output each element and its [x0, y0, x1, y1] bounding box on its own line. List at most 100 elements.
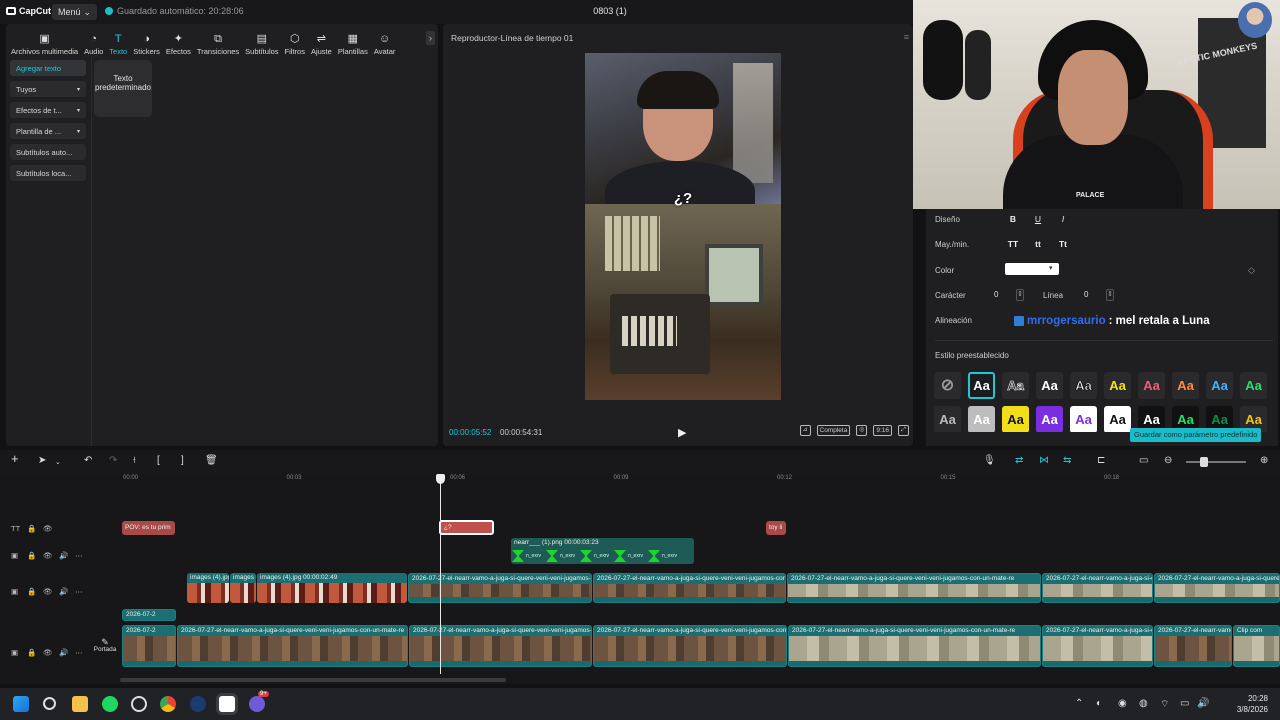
preset-style-1[interactable]: Aa [968, 372, 995, 399]
time-ruler[interactable]: 00:00 00:03 00:06 00:09 00:12 00:15 00:18 [120, 474, 1280, 486]
more-icon[interactable]: ⋯ [75, 551, 83, 560]
tray-app-icon[interactable]: ◐ [1096, 698, 1102, 709]
search-icon[interactable] [43, 697, 56, 710]
discord-icon[interactable] [249, 696, 265, 712]
obs-icon[interactable] [131, 696, 147, 712]
link-main-track-icon[interactable]: ⇄ [1015, 455, 1023, 467]
volume-icon[interactable]: 🔊 [1197, 698, 1209, 709]
timeline-scrollbar[interactable] [120, 678, 506, 682]
lock-icon[interactable]: 🔒 [27, 587, 36, 596]
video-caption[interactable]: ¿? [585, 190, 781, 207]
video-preview[interactable]: ¿? [585, 53, 781, 400]
speaker-icon[interactable]: 🔊 [59, 648, 68, 657]
tab-subt-tulos[interactable]: ▤ Subtítulos [242, 26, 281, 57]
preset-style-14[interactable]: Aa [1070, 406, 1097, 432]
keyframe-icon[interactable]: ◇ [1248, 265, 1255, 276]
split-icon[interactable]: ⟊ [133, 455, 136, 467]
zoom-slider[interactable] [1186, 461, 1246, 463]
stepper-icon[interactable]: ⇕ [1106, 288, 1114, 301]
image-clip[interactable]: images [230, 573, 256, 603]
playhead-handle[interactable] [436, 474, 445, 484]
toolbar-more-button[interactable]: › [426, 31, 435, 45]
subtitle-icon[interactable]: ▭ [1139, 455, 1148, 467]
windows-start-icon[interactable] [13, 696, 29, 712]
preview-axis-icon[interactable]: ⊏ [1097, 455, 1105, 467]
file-explorer-icon[interactable] [72, 696, 88, 712]
character-spacing-input[interactable]: 0 ⇕ [990, 288, 1026, 301]
design-option-1[interactable]: U [1030, 212, 1046, 226]
eye-icon[interactable]: 👁 [43, 587, 53, 596]
magnet-icon[interactable]: ⋈ [1039, 455, 1049, 467]
preset-style-5[interactable]: Aa [1104, 372, 1131, 399]
eye-icon[interactable]: 👁 [43, 551, 53, 560]
main-video-clip[interactable]: 2026-07-27-el-nearr-vamo-a-juga-si-quere… [1154, 625, 1232, 667]
zoom-slider-handle[interactable] [1200, 457, 1208, 467]
tab-filtros[interactable]: ⬡ Filtros [282, 26, 308, 57]
select-tool-icon[interactable]: ➤ [38, 455, 46, 467]
expand-icon[interactable]: ⤢ [898, 425, 909, 436]
playhead[interactable] [440, 474, 441, 674]
video-clip[interactable]: 2026-07-27-el-nearr-vamo-a-juga-si-quere… [1042, 573, 1153, 603]
speaker-icon[interactable]: 🔊 [59, 587, 68, 596]
screenshot-icon[interactable]: ◎ [856, 425, 868, 436]
tab-transiciones[interactable]: ⧉ Transiciones [194, 26, 242, 57]
text-clip[interactable]: POV: es tu prim [122, 521, 175, 535]
tab-plantillas[interactable]: ▦ Plantillas [335, 26, 371, 57]
main-video-clip[interactable]: 2026-07-27-el-nearr-vamo-a-juga-si-quere… [1042, 625, 1153, 667]
speaker-icon[interactable]: 🔊 [59, 551, 68, 560]
design-option-2[interactable]: I [1055, 212, 1071, 226]
chrome-icon[interactable] [160, 696, 176, 712]
preset-style-9[interactable]: Aa [1240, 372, 1267, 399]
line-spacing-input[interactable]: 0 ⇕ [1080, 288, 1116, 301]
eye-icon[interactable]: 👁 [43, 648, 53, 657]
user-avatar[interactable] [1238, 2, 1272, 38]
main-video-clip[interactable]: 2026-07-27-el-nearr-vamo-a-juga-si-quere… [409, 625, 592, 667]
default-text-template[interactable]: Texto predeterminado [94, 60, 152, 117]
microphone-icon[interactable]: 🎙 [983, 455, 996, 467]
preset-style-2[interactable]: Aa [1002, 372, 1029, 399]
undo-icon[interactable]: ↶ [84, 455, 92, 467]
image-clip[interactable]: images (4).jpg 00:00:02:49 [257, 573, 407, 603]
lock-icon[interactable]: 🔒 [27, 551, 36, 560]
main-video-clip[interactable]: 2026-07-27-el-nearr-vamo-a-juga-si-quere… [593, 625, 787, 667]
preset-style-12[interactable]: Aa [1002, 406, 1029, 432]
preset-style-15[interactable]: Aa [1104, 406, 1131, 432]
sidenav-item-3[interactable]: Plantilla de ... ▾ [10, 123, 86, 139]
spotify-icon[interactable] [102, 696, 118, 712]
video-clip[interactable]: 2026-07-27-el-nearr-vamo-a-juga-si-quere… [1154, 573, 1280, 603]
tab-efectos[interactable]: ✦ Efectos [163, 26, 194, 57]
tab-avatar[interactable]: ☺ Avatar [371, 26, 399, 57]
image-clip[interactable]: images (4).jpg [187, 573, 229, 603]
player-menu-icon[interactable]: ≡ [904, 32, 909, 42]
preset-style-8[interactable]: Aa [1206, 372, 1233, 399]
video-clip[interactable]: 2026-07-27-el-nearr-vamo-a-juga-si-quere… [408, 573, 592, 603]
save-preset-button[interactable]: Guardar como parámetro predefinido [1130, 428, 1262, 442]
tab-stickers[interactable]: ◑ Stickers [130, 26, 163, 57]
case-option-0[interactable]: TT [1005, 237, 1021, 251]
tab-audio[interactable]: ◔ Audio [81, 26, 106, 57]
main-video-clip[interactable]: 2026-07-27-el-nearr-vamo-a-juga-si-quere… [788, 625, 1041, 667]
video-clip[interactable]: 2026-07-27-el-nearr-vamo-a-juga-si-quere… [593, 573, 786, 603]
lock-icon[interactable]: 🔒 [27, 648, 36, 657]
tab-texto[interactable]: T Texto [106, 26, 130, 57]
case-option-1[interactable]: tt [1030, 237, 1046, 251]
fullscreen-preview-icon[interactable]: ⊿ [799, 425, 811, 436]
preset-style-13[interactable]: Aa [1036, 406, 1063, 432]
discord-tray-icon[interactable]: ◍ [1139, 698, 1148, 709]
system-clock[interactable]: 20:28 3/8/2026 [1237, 693, 1268, 715]
more-icon[interactable]: ⋯ [75, 587, 83, 596]
menu-button[interactable]: Menú ⌄ [52, 4, 98, 20]
show-hidden-icons[interactable]: ⌃ [1075, 698, 1083, 709]
capcut-taskbar-icon[interactable] [219, 696, 235, 712]
zoom-fit-icon[interactable]: ⊕ [1260, 455, 1268, 467]
main-video-clip[interactable]: Clip com [1233, 625, 1280, 667]
aspect-ratio-button[interactable]: 9:16 [873, 425, 892, 436]
tab-ajuste[interactable]: ⇌ Ajuste [308, 26, 335, 57]
preset-style-7[interactable]: Aa [1172, 372, 1199, 399]
sidenav-item-0[interactable]: Agregar texto [10, 60, 86, 76]
stepper-icon[interactable]: ⇕ [1016, 288, 1024, 301]
cover-button[interactable]: ✎ Portada [91, 638, 119, 668]
play-icon[interactable]: ▶ [678, 426, 688, 439]
case-option-2[interactable]: Tt [1055, 237, 1071, 251]
sidenav-item-1[interactable]: Tuyos ▾ [10, 81, 86, 97]
